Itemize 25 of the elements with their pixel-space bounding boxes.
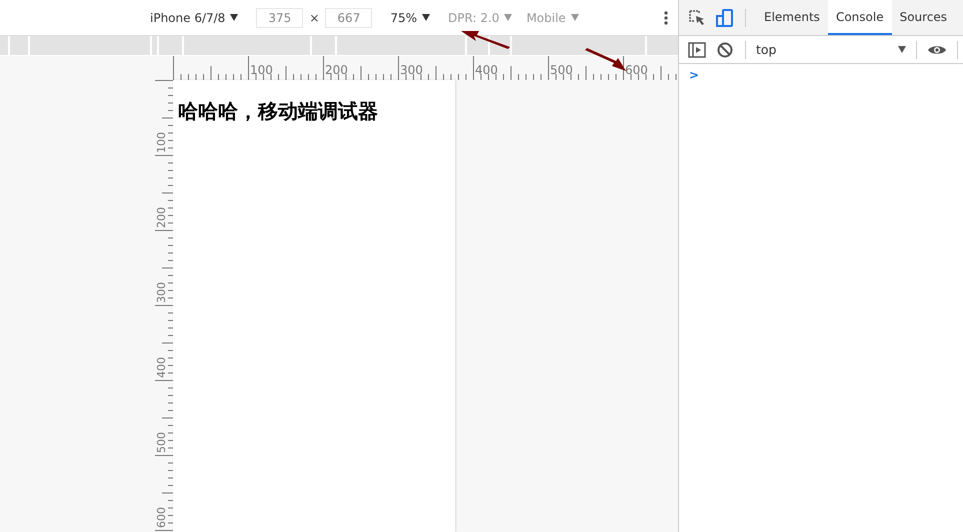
height-field[interactable]: 667	[325, 8, 372, 28]
caret-icon	[422, 14, 430, 21]
width-field[interactable]: 375	[256, 8, 304, 28]
device-toggle-icon[interactable]	[715, 8, 735, 28]
clear-icon[interactable]	[715, 40, 735, 60]
more-icon[interactable]	[664, 10, 668, 24]
caret-icon	[570, 14, 579, 21]
device-dropdown[interactable]: iPhone 6/7/8	[150, 10, 238, 24]
zoom-dropdown[interactable]: 75%	[390, 10, 430, 24]
context-dropdown[interactable]: top	[756, 42, 914, 57]
caret-icon	[504, 14, 512, 21]
vertical-ruler: 100 200 300 400 500 600	[155, 80, 173, 532]
arrow-drawing	[461, 31, 510, 49]
page-heading: 哈哈哈，移动端调试器	[178, 98, 379, 125]
devtools-tab[interactable]: Elements	[756, 0, 828, 35]
devtools-tab[interactable]: Console	[828, 0, 892, 35]
sidebar-toggle-icon[interactable]	[687, 40, 707, 60]
horizontal-ruler: 100 200 300 400 500 600	[173, 56, 678, 80]
inspect-icon[interactable]	[687, 8, 707, 28]
console-prompt: >	[688, 67, 700, 84]
caret-icon	[230, 14, 238, 21]
caret-icon	[898, 46, 906, 53]
times-sign: ×	[309, 10, 320, 24]
arrow-drawing	[585, 48, 626, 71]
devtools-tab[interactable]: Sources	[892, 0, 956, 35]
